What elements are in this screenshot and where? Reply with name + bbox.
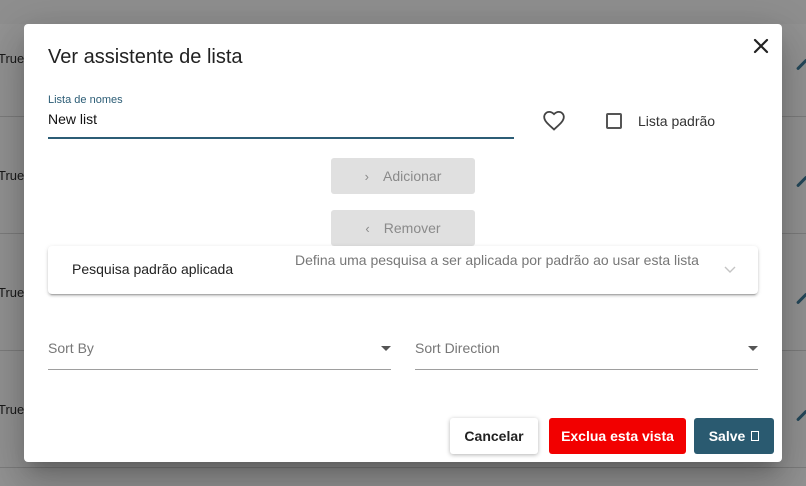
background-row-value: True — [0, 285, 25, 300]
add-button-label: Adicionar — [382, 168, 442, 184]
edit-icon[interactable] — [795, 292, 806, 305]
save-icon — [751, 431, 760, 441]
background-row-value: True — [0, 402, 25, 417]
favorite-button[interactable] — [542, 109, 566, 133]
sort-direction-underline — [415, 369, 758, 370]
chevron-left-icon: ‹ — [365, 220, 370, 236]
sort-by-label: Sort By — [48, 340, 94, 356]
default-search-title: Pesquisa padrão aplicada — [72, 261, 234, 277]
save-button-label: Salve — [708, 428, 746, 444]
sort-direction-label: Sort Direction — [415, 340, 500, 356]
heart-icon — [543, 110, 565, 131]
dialog-title: Ver assistente de lista — [48, 46, 243, 68]
default-list-label: Lista padrão — [638, 113, 716, 129]
background-row-value: True — [0, 51, 25, 66]
add-button[interactable]: › Adicionar — [331, 158, 475, 194]
close-button[interactable] — [749, 34, 773, 58]
default-search-description: Defina uma pesquisa a ser aplicada por p… — [295, 252, 699, 268]
list-name-input[interactable] — [48, 108, 514, 130]
list-name-field: Lista de nomes — [48, 92, 514, 140]
list-name-underline — [48, 137, 514, 139]
remove-button[interactable]: ‹ Remover — [331, 210, 475, 246]
remove-button-label: Remover — [383, 220, 441, 236]
chevron-right-icon: › — [364, 168, 369, 184]
cancel-button[interactable]: Cancelar — [450, 418, 538, 454]
dropdown-arrow-icon — [381, 346, 391, 351]
edit-icon[interactable] — [795, 409, 806, 422]
chevron-down-icon — [722, 261, 738, 277]
default-list-checkbox[interactable] — [606, 113, 622, 129]
edit-icon[interactable] — [795, 58, 806, 71]
list-name-label: Lista de nomes — [48, 94, 123, 106]
sort-by-select[interactable]: Sort By — [48, 330, 391, 370]
edit-icon[interactable] — [795, 175, 806, 188]
sort-by-underline — [48, 369, 391, 370]
default-search-panel[interactable]: Pesquisa padrão aplicada Defina uma pesq… — [48, 246, 758, 294]
delete-view-button[interactable]: Exclua esta vista — [549, 418, 686, 454]
close-icon — [753, 38, 769, 54]
list-wizard-dialog: Ver assistente de lista Lista de nomes L… — [24, 24, 782, 462]
background-row-value: True — [0, 168, 25, 183]
sort-direction-select[interactable]: Sort Direction — [415, 330, 758, 370]
dropdown-arrow-icon — [748, 346, 758, 351]
save-button[interactable]: Salve — [694, 418, 774, 454]
